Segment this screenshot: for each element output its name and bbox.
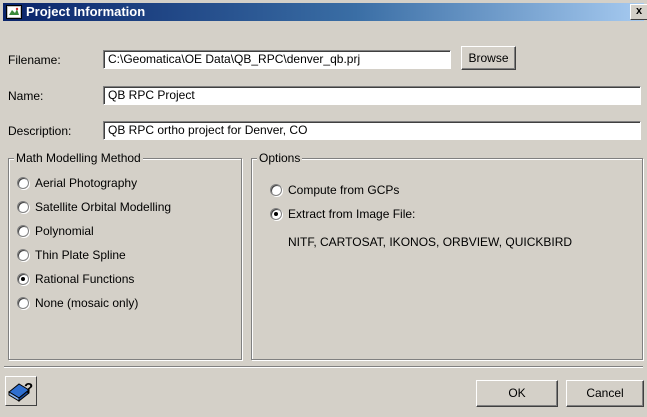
radio-label: Aerial Photography: [35, 176, 138, 190]
footer-separator: [4, 366, 643, 368]
title-bar[interactable]: Project Information x: [3, 3, 647, 21]
name-label: Name:: [8, 89, 44, 103]
radio-button[interactable]: [17, 225, 29, 237]
browse-button[interactable]: Browse: [461, 46, 516, 70]
ok-button[interactable]: OK: [476, 380, 558, 407]
radio-label: Satellite Orbital Modelling: [35, 200, 172, 214]
close-button[interactable]: x: [630, 4, 647, 20]
radio-button[interactable]: [270, 184, 282, 196]
supported-sensors-text: NITF, CARTOSAT, IKONOS, ORBVIEW, QUICKBI…: [288, 235, 573, 249]
options-legend: Options: [257, 151, 303, 165]
name-field[interactable]: QB RPC Project: [103, 86, 641, 105]
radio-label: Compute from GCPs: [288, 183, 400, 197]
window-title: Project Information: [26, 4, 146, 19]
radio-label: Thin Plate Spline: [35, 248, 126, 262]
radio-label: Rational Functions: [35, 272, 135, 286]
filename-label: Filename:: [8, 53, 61, 67]
radio-label: Extract from Image File:: [288, 207, 416, 221]
radio-label: None (mosaic only): [35, 296, 139, 310]
svg-text:?: ?: [24, 380, 33, 397]
radio-button[interactable]: [17, 177, 29, 189]
radio-label: Polynomial: [35, 224, 94, 238]
project-information-dialog: Project Information x Filename: C:\Geoma…: [0, 0, 647, 417]
help-button[interactable]: ?: [5, 376, 37, 406]
description-label: Description:: [8, 124, 72, 138]
cancel-button[interactable]: Cancel: [566, 380, 644, 407]
radio-button[interactable]: [17, 297, 29, 309]
close-icon: x: [635, 5, 643, 17]
help-book-icon: ?: [8, 380, 33, 403]
project-app-icon: [6, 5, 22, 19]
math-modelling-legend: Math Modelling Method: [14, 151, 143, 165]
radio-button[interactable]: [17, 201, 29, 213]
radio-button-selected[interactable]: [17, 273, 29, 285]
filename-field[interactable]: C:\Geomatica\OE Data\QB_RPC\denver_qb.pr…: [103, 50, 451, 69]
description-field[interactable]: QB RPC ortho project for Denver, CO: [103, 121, 641, 140]
radio-button-selected[interactable]: [270, 208, 282, 220]
radio-button[interactable]: [17, 249, 29, 261]
